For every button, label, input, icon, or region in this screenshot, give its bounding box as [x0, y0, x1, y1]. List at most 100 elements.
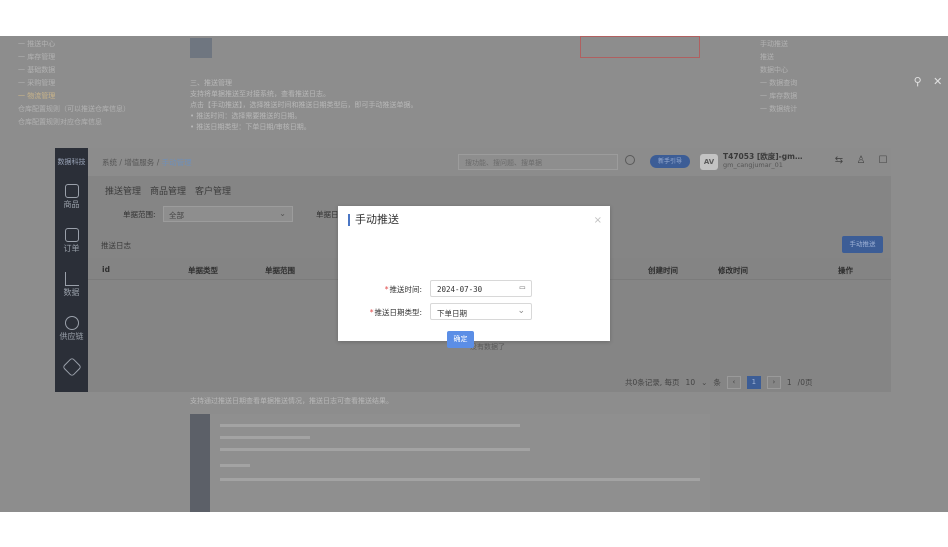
calendar-icon: ▭	[519, 283, 525, 293]
sidebar-item-more[interactable]	[55, 357, 88, 377]
push-date-label: *推送时间:	[384, 285, 422, 294]
viewer-top-bar	[0, 0, 948, 36]
user-account: gm_cangjumar_01	[723, 161, 783, 169]
breadcrumb-separator: /	[156, 158, 160, 167]
search-icon[interactable]	[625, 155, 635, 165]
doc-right-item: 一 数据统计	[760, 105, 798, 113]
guide-button[interactable]: 新手引导	[650, 155, 690, 168]
sidebar-item-supply[interactable]: 供应链	[55, 316, 88, 342]
breadcrumb-item[interactable]: 系统	[102, 158, 117, 167]
push-date-input[interactable]: 2024-07-30 ▭	[430, 280, 532, 297]
cube-icon	[61, 357, 82, 377]
chevron-down-icon: ⌄	[279, 209, 286, 218]
sidebar-item-label: 商品	[63, 200, 80, 209]
column-header: 创建时间	[648, 266, 678, 275]
current-page-button[interactable]: 1	[746, 376, 761, 389]
chevron-down-icon[interactable]: ⌄	[701, 378, 707, 387]
confirm-button[interactable]: 确定	[447, 331, 474, 348]
close-icon[interactable]: ✕	[933, 75, 942, 88]
filter-scope-label: 单据范围:	[123, 210, 156, 219]
sidebar-item-label: 订单	[63, 244, 80, 253]
doc-right-item: 数据中心	[760, 66, 788, 74]
tab-goods[interactable]: 商品管理	[150, 184, 186, 197]
doc-right-item: 推送	[760, 53, 774, 61]
user-icon[interactable]: ♙	[855, 155, 867, 166]
doc-sidebar: 一 推送中心 一 库存管理 一 基础数据 一 采购管理 一 物流管理 仓库配置规…	[18, 38, 178, 129]
global-search-input[interactable]: 搜功能、搜问题、搜单据	[458, 154, 618, 170]
sidebar-item-orders[interactable]: 订单	[55, 228, 88, 254]
header-icons: ⇆ ♙ ☐ ? ⋮	[833, 155, 891, 166]
prev-page-button[interactable]: ‹	[726, 376, 741, 389]
doc-below-text: 支持通过推送日期查看单据推送情况，推送日志可查看推送结果。	[190, 397, 393, 405]
total-pages: /0页	[797, 378, 813, 387]
doc-right-item: 手动推送	[760, 40, 788, 48]
doc-right-item: 一 库存数据	[760, 92, 798, 100]
app-logo: 数据科技	[57, 158, 86, 166]
doc-sidebar-item: 仓库配置规则（可以推送仓库信息）	[18, 105, 130, 113]
doc-app-logo	[190, 38, 212, 58]
doc-line: • 推送时间：选择需要推送的日期。	[190, 112, 302, 120]
breadcrumb-current: 手动管理	[161, 158, 192, 167]
breadcrumb: 系统 / 增值服务 / 手动管理	[102, 157, 192, 168]
switch-icon[interactable]: ⇆	[833, 155, 845, 166]
link-icon	[64, 316, 79, 330]
tab-push[interactable]: 推送管理	[105, 184, 141, 197]
app-tabs: 推送管理 商品管理 客户管理	[105, 184, 231, 197]
doc-sidebar-item-active: 一 物流管理	[18, 92, 56, 100]
app-sidebar: 数据科技 商品 订单 数据 供应链	[55, 148, 88, 392]
manual-push-button[interactable]: 手动推送	[842, 236, 883, 253]
sidebar-item-data[interactable]: 数据	[55, 272, 88, 298]
empty-message: 没有数据了	[470, 343, 505, 351]
avatar[interactable]: AV	[700, 154, 718, 170]
dialog-title: 手动推送	[348, 214, 399, 226]
chart-icon	[64, 272, 79, 286]
column-header: id	[102, 265, 110, 274]
doc-sidebar-item: 仓库配置规则对应仓库信息	[18, 118, 102, 126]
filter-scope-select[interactable]: 全部 ⌄	[163, 206, 293, 222]
message-icon[interactable]: ☐	[877, 155, 889, 166]
push-date-value: 2024-07-30	[437, 285, 483, 294]
breadcrumb-separator: /	[119, 158, 122, 167]
pagination-total: 共0条记录, 每页	[625, 378, 680, 387]
column-header: 单据类型	[188, 266, 218, 275]
page-size-select[interactable]: 10	[686, 378, 696, 387]
push-date-type-select[interactable]: 下单日期 ⌄	[430, 303, 532, 320]
doc-sidebar-item: 一 采购管理	[18, 79, 56, 87]
doc-highlight-box	[580, 36, 700, 58]
manual-push-dialog: 手动推送 × *推送时间: 2024-07-30 ▭ *推送日期类型: 下单日期…	[338, 206, 610, 348]
filter-scope-value: 全部	[169, 211, 184, 220]
order-icon	[64, 228, 79, 242]
next-page-button[interactable]: ›	[766, 376, 781, 389]
doc-body: 三、推送管理 支持将单据推送至对接系统，查看推送日志。 点击【手动推送】，选择推…	[190, 78, 570, 133]
viewer-controls: ⚲ ✕	[908, 72, 948, 90]
column-header: 操作	[838, 266, 853, 275]
doc-right-menu: 手动推送 推送 数据中心 一 数据查询 一 库存数据 一 数据统计	[760, 38, 890, 116]
close-icon[interactable]: ×	[594, 215, 602, 226]
doc-mini-screenshot	[190, 414, 710, 512]
viewer-bottom-bar	[0, 512, 948, 547]
breadcrumb-item[interactable]: 增值服务	[124, 158, 154, 167]
column-header: 修改时间	[718, 266, 748, 275]
goto-page-input[interactable]: 1	[787, 378, 792, 387]
sidebar-item-label: 数据	[63, 288, 80, 297]
image-stage: 一 推送中心 一 库存管理 一 基础数据 一 采购管理 一 物流管理 仓库配置规…	[0, 36, 948, 512]
doc-line: 点击【手动推送】，选择推送时间和推送日期类型后，即可手动推送单据。	[190, 101, 418, 109]
pagination: 共0条记录, 每页 10 ⌄ 条 ‹ 1 › 1 /0页	[625, 376, 812, 389]
doc-right-item: 一 数据查询	[760, 79, 798, 87]
user-info[interactable]: T47053 [欧度]-gm… gm_cangjumar_01	[723, 152, 803, 170]
search-icon[interactable]: ⚲	[914, 75, 922, 88]
tab-customers[interactable]: 客户管理	[195, 184, 231, 197]
app-header: 系统 / 增值服务 / 手动管理 搜功能、搜问题、搜单据 新手引导 AV T47…	[88, 148, 891, 176]
doc-section-title: 三、推送管理	[190, 79, 232, 87]
doc-line: 支持将单据推送至对接系统，查看推送日志。	[190, 90, 330, 98]
box-icon	[64, 184, 79, 198]
filter-date-label: 单据日	[316, 210, 339, 219]
push-date-type-value: 下单日期	[437, 309, 467, 318]
user-name: T47053 [欧度]-gm…	[723, 152, 803, 161]
column-header: 单据范围	[265, 266, 295, 275]
doc-sidebar-item: 一 库存管理	[18, 53, 56, 61]
doc-line: • 推送日期类型：下单日期/审核日期。	[190, 123, 311, 131]
chevron-down-icon: ⌄	[517, 306, 525, 316]
sidebar-item-goods[interactable]: 商品	[55, 184, 88, 210]
page-size-unit: 条	[713, 378, 721, 387]
